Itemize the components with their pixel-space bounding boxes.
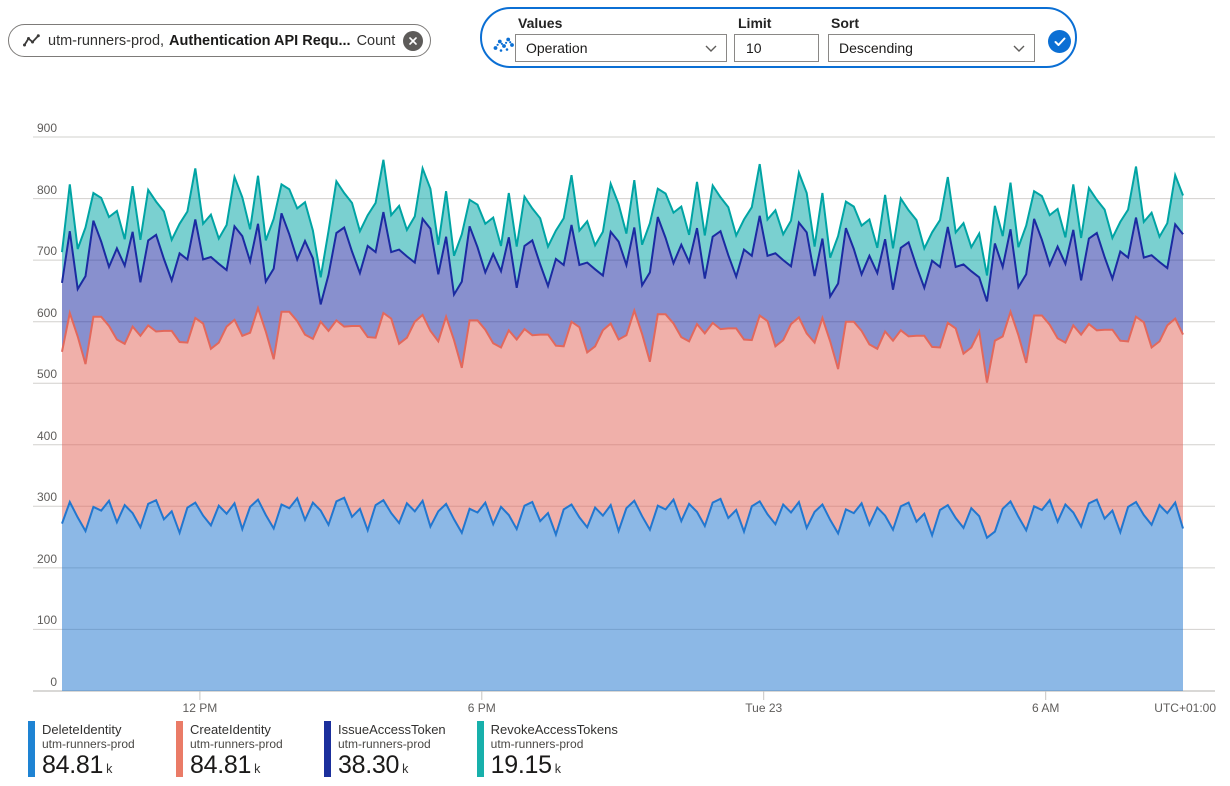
- sort-label: Sort: [831, 15, 859, 31]
- chevron-down-icon: [1013, 45, 1025, 52]
- legend-item-RevokeAccessTokens[interactable]: RevokeAccessTokens utm-runners-prod 19.15 k: [476, 721, 618, 779]
- legend-color-bar: [176, 721, 183, 777]
- sort-selected: Descending: [839, 40, 913, 56]
- legend-item-CreateIdentity[interactable]: CreateIdentity utm-runners-prod 84.81 k: [176, 721, 293, 778]
- legend-item-IssueAccessToken[interactable]: IssueAccessToken utm-runners-prod 38.30 k: [324, 721, 446, 778]
- legend-total-unit: k: [106, 762, 113, 776]
- legend-resource-name: utm-runners-prod: [338, 737, 431, 751]
- values-selected: Operation: [526, 40, 588, 56]
- y-axis-label: 700: [36, 244, 57, 259]
- x-axis-label: Tue 23: [745, 701, 783, 715]
- metric-pill[interactable]: utm-runners-prod, Authentication API Req…: [8, 24, 432, 57]
- legend-total-unit: k: [254, 762, 261, 776]
- legend-total-unit: k: [554, 762, 561, 776]
- legend-color-bar: [324, 721, 331, 777]
- legend-series-name: IssueAccessToken: [338, 722, 446, 737]
- chart-plot[interactable]: [0, 0, 1230, 786]
- limit-label: Limit: [738, 15, 772, 31]
- legend-total-value: 84.81: [42, 751, 104, 779]
- legend-total-unit: k: [402, 762, 409, 776]
- limit-input[interactable]: [734, 34, 819, 62]
- line-chart-icon: [23, 34, 40, 47]
- y-axis-label: 900: [36, 121, 57, 135]
- metric-aggregation: Count: [356, 32, 396, 49]
- legend-total-value: 84.81: [190, 751, 252, 779]
- legend-total-value: 38.30: [338, 751, 400, 779]
- sort-dropdown[interactable]: Descending: [828, 34, 1035, 62]
- timezone-label: UTC+01:00: [1154, 701, 1216, 715]
- chart-legend: DeleteIdentity utm-runners-prod 84.81 k Crea…: [28, 721, 618, 778]
- y-axis-label: 300: [36, 490, 57, 505]
- legend-item-DeleteIdentity[interactable]: DeleteIdentity utm-runners-prod 84.81 k: [28, 721, 145, 778]
- values-label: Values: [518, 15, 563, 31]
- y-axis-label: 400: [36, 428, 57, 443]
- y-axis-label: 800: [36, 182, 57, 197]
- values-dropdown[interactable]: Operation: [515, 34, 727, 62]
- y-axis-label: 500: [36, 367, 57, 382]
- legend-color-bar: [476, 721, 484, 777]
- legend-series-name: RevokeAccessTokens: [490, 722, 618, 737]
- chevron-down-icon: [705, 45, 717, 52]
- y-axis-label: 600: [36, 305, 57, 320]
- x-axis-label: 12 PM: [182, 701, 218, 715]
- legend-total-value: 19.15: [490, 751, 552, 779]
- metrics-chart-panel: 0 100 200 300 400 500 600 700 800 900 12 PM 6 PM Tu…: [0, 0, 1230, 786]
- remove-metric-button[interactable]: [403, 30, 424, 51]
- legend-resource-name: utm-runners-prod: [490, 737, 584, 751]
- legend-resource-name: utm-runners-prod: [42, 737, 135, 751]
- apply-split-button[interactable]: [1048, 30, 1071, 53]
- legend-series-name: DeleteIdentity: [42, 722, 122, 737]
- y-axis-label: 0: [50, 675, 57, 689]
- split-icon: [493, 37, 514, 52]
- x-axis-label: 6 AM: [1031, 701, 1060, 715]
- y-axis-label: 100: [36, 613, 57, 628]
- x-axis-label: 6 PM: [467, 701, 496, 715]
- legend-series-name: CreateIdentity: [190, 722, 271, 737]
- metric-resource: utm-runners-prod,: [48, 32, 165, 49]
- metric-name: Authentication API Requ...: [169, 32, 351, 49]
- chart-plot-area[interactable]: [62, 112, 1183, 691]
- y-axis-label: 200: [36, 551, 57, 566]
- legend-resource-name: utm-runners-prod: [190, 737, 283, 751]
- close-icon: [409, 36, 418, 45]
- legend-color-bar: [28, 721, 35, 777]
- split-by-control: Values Operation Limit Sort Descending: [480, 7, 1077, 68]
- check-icon: [1054, 37, 1065, 46]
